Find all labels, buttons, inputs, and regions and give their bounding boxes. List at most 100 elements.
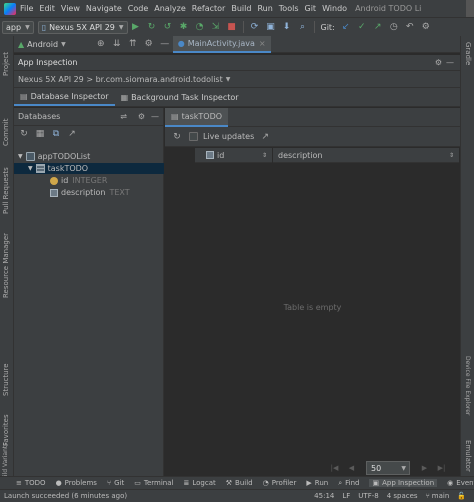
refresh-icon[interactable]: ↻ [172, 132, 182, 142]
status-message[interactable]: Launch succeeded (6 minutes ago) [0, 492, 314, 500]
chevron-down-icon[interactable]: ▼ [61, 41, 66, 48]
attach-debugger-icon[interactable]: ⇲ [211, 22, 221, 32]
sync-gradle-icon[interactable]: ⟳ [250, 22, 260, 32]
menu-refactor[interactable]: Refactor [192, 4, 226, 13]
export-icon[interactable]: ↗ [67, 129, 77, 139]
git-rollback-icon[interactable]: ↶ [405, 22, 415, 32]
git-update-icon[interactable]: ↙ [341, 22, 351, 32]
tool-event-log[interactable]: ◉Event Lo [447, 479, 474, 487]
profile-icon[interactable]: ◔ [195, 22, 205, 32]
grid-column-id[interactable]: id ⇕ [195, 147, 273, 163]
menu-git[interactable]: Git [305, 4, 317, 13]
debug-icon[interactable]: ✱ [179, 22, 189, 32]
first-page-icon[interactable]: |◀ [329, 463, 340, 474]
device-select[interactable]: ▯ Nexus 5X API 29 ▼ [37, 20, 128, 34]
tool-terminal[interactable]: ▭ Terminal [134, 479, 173, 487]
menu-window[interactable]: Windo [322, 4, 347, 13]
run-config-select[interactable]: app ▼ [2, 20, 34, 34]
tool-profiler[interactable]: ◔ Profiler [263, 479, 297, 487]
tool-tab-device-file-explorer[interactable]: Device File Explorer [464, 356, 471, 426]
menu-code[interactable]: Code [128, 4, 148, 13]
keep-open-icon[interactable]: ⧉ [51, 129, 61, 139]
git-branch[interactable]: main [432, 492, 450, 500]
collapse-icon[interactable]: ⇌ [120, 112, 127, 121]
apply-code-changes-icon[interactable]: ↺ [163, 22, 173, 32]
sdk-manager-icon[interactable]: ⬇ [282, 22, 292, 32]
menu-edit[interactable]: Edit [39, 4, 55, 13]
locate-icon[interactable]: ⊕ [96, 39, 106, 49]
tool-git[interactable]: ⑂ Git [107, 479, 124, 487]
indent-setting[interactable]: 4 spaces [387, 492, 418, 500]
tree-column[interactable]: id INTEGER [50, 175, 107, 186]
tool-todo[interactable]: ≡ TODO [16, 479, 46, 487]
expand-all-icon[interactable]: ⇈ [128, 39, 138, 49]
tool-tab-project[interactable]: Project [2, 40, 10, 76]
minimize-icon[interactable]: — [446, 58, 454, 67]
run-icon[interactable]: ▶ [131, 22, 141, 32]
last-page-icon[interactable]: ▶| [436, 463, 447, 474]
tree-column[interactable]: description TEXT [50, 187, 130, 198]
tree-table[interactable]: ▼ taskTODO [14, 163, 164, 174]
page-size-select[interactable]: 50 ▼ [366, 461, 410, 475]
tool-tab-pull-requests[interactable]: Pull Requests [2, 162, 10, 214]
refresh-icon[interactable]: ↻ [19, 129, 29, 139]
file-encoding[interactable]: UTF-8 [358, 492, 378, 500]
tool-tab-commit[interactable]: Commit [2, 116, 10, 147]
process-select[interactable]: Nexus 5X API 29 > br.com.siomara.android… [14, 70, 460, 87]
close-icon[interactable]: × [259, 39, 266, 48]
previous-page-icon[interactable]: ◀ [346, 463, 357, 474]
grid-column-description[interactable]: description ⇕ [273, 147, 460, 163]
menu-file[interactable]: File [20, 4, 33, 13]
tool-tab-structure[interactable]: Structure [2, 356, 10, 396]
menu-analyze[interactable]: Analyze [154, 4, 186, 13]
gear-icon[interactable]: ⚙ [144, 39, 154, 49]
window-control[interactable] [466, 0, 474, 17]
tool-tab-gradle[interactable]: Gradle [464, 42, 472, 65]
git-push-icon[interactable]: ↗ [373, 22, 383, 32]
avd-manager-icon[interactable]: ▣ [266, 22, 276, 32]
tool-app-inspection[interactable]: ▣ App Inspection [369, 479, 438, 487]
gear-icon[interactable]: ⚙ [138, 112, 145, 121]
lock-icon[interactable]: 🔓 [457, 492, 466, 500]
menu-navigate[interactable]: Navigate [86, 4, 122, 13]
chevron-down-icon[interactable]: ▼ [28, 165, 33, 172]
stop-icon[interactable]: ■ [227, 22, 237, 32]
git-commit-icon[interactable]: ✓ [357, 22, 367, 32]
apply-changes-icon[interactable]: ↻ [147, 22, 157, 32]
java-class-icon: ● [177, 38, 185, 48]
editor-tab-mainactivity[interactable]: ● MainActivity.java × [172, 35, 271, 53]
git-history-icon[interactable]: ◷ [389, 22, 399, 32]
line-separator[interactable]: LF [342, 492, 350, 500]
tool-tab-resource-manager[interactable]: Resource Manager [2, 226, 10, 298]
caret-position[interactable]: 45:14 [314, 492, 334, 500]
menu-build[interactable]: Build [231, 4, 251, 13]
tab-background-task-inspector[interactable]: ▦ Background Task Inspector [115, 88, 245, 106]
query-icon[interactable]: ▦ [35, 129, 45, 139]
minimize-icon[interactable]: — [151, 112, 159, 121]
collapse-all-icon[interactable]: ⇊ [112, 39, 122, 49]
search-icon[interactable]: ⌕ [298, 22, 308, 32]
chevron-down-icon[interactable]: ▼ [18, 153, 23, 160]
tool-problems[interactable]: ● Problems [56, 479, 97, 487]
live-updates-checkbox[interactable] [189, 132, 198, 141]
tool-tab-favorites[interactable]: Favorites [2, 406, 10, 446]
tool-tab-emulator[interactable]: Emulator [464, 440, 472, 472]
menu-tools[interactable]: Tools [279, 4, 299, 13]
sort-icon[interactable]: ⇕ [449, 152, 454, 159]
next-page-icon[interactable]: ▶ [419, 463, 430, 474]
export-icon[interactable]: ↗ [260, 132, 270, 142]
tool-find[interactable]: ⌕ Find [338, 479, 359, 488]
tab-tasktodo[interactable]: ▤ taskTODO [165, 107, 229, 127]
menu-run[interactable]: Run [257, 4, 272, 13]
gear-icon[interactable]: ⚙ [435, 58, 442, 67]
menu-view[interactable]: View [61, 4, 80, 13]
tool-build[interactable]: ⚒ Build [226, 479, 253, 487]
project-view-select[interactable]: Android [27, 40, 58, 49]
settings-icon[interactable]: ⚙ [421, 22, 431, 32]
hide-icon[interactable]: — [160, 39, 170, 49]
tab-database-inspector[interactable]: ▤ Database Inspector [14, 88, 115, 106]
sort-icon[interactable]: ⇕ [262, 152, 267, 159]
tool-run[interactable]: ▶ Run [306, 479, 328, 487]
tree-database[interactable]: ▼ appTODOList [18, 151, 90, 162]
tool-logcat[interactable]: ≣ Logcat [183, 479, 215, 487]
